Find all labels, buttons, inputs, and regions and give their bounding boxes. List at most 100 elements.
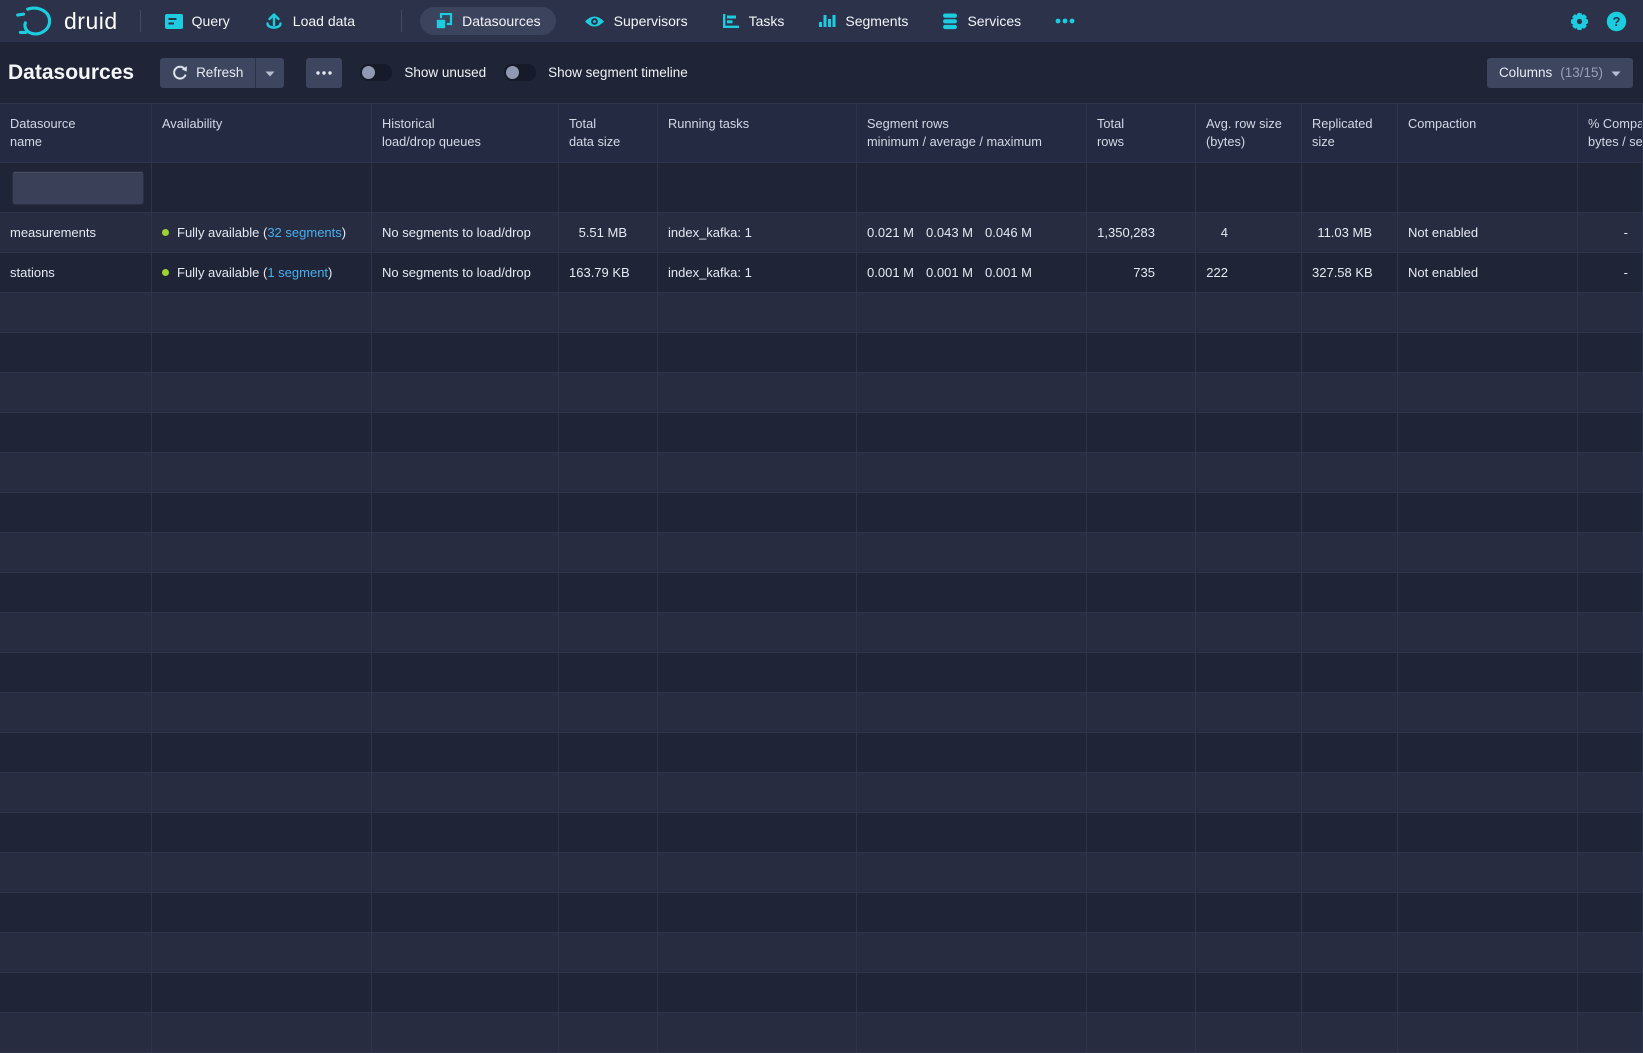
empty-row (0, 773, 1643, 813)
nav-item-datasources[interactable]: Datasources (420, 7, 556, 35)
filter-cell (372, 163, 559, 212)
nav-item-label: Tasks (749, 13, 785, 29)
avg-row-size-cell: 4 (1196, 213, 1302, 252)
datasource-name-cell: measurements (0, 213, 152, 252)
empty-row (0, 373, 1643, 413)
table-filter-row (0, 163, 1643, 213)
show-unused-toggle[interactable] (360, 64, 392, 81)
nav-item-load-data[interactable]: Load data (258, 7, 361, 35)
column-header-running-tasks[interactable]: Running tasks (658, 104, 857, 162)
page-title: Datasources (8, 61, 134, 85)
nav-item-label: Query (192, 13, 230, 29)
refresh-interval-dropdown[interactable] (255, 58, 284, 88)
column-header-datasource-name[interactable]: Datasourcename (0, 104, 152, 162)
empty-row (0, 413, 1643, 453)
compaction-cell: Not enabled (1398, 213, 1578, 252)
nav-item-tasks[interactable]: Tasks (716, 7, 791, 35)
druid-logo[interactable]: druid (14, 3, 122, 39)
datasource-name-filter-input[interactable] (12, 171, 144, 205)
refresh-icon (172, 65, 188, 81)
gear-icon[interactable] (1569, 11, 1590, 32)
availability-dot (162, 269, 169, 276)
more-actions-button[interactable] (306, 58, 342, 88)
query-icon (165, 14, 183, 29)
column-header-historical-queues[interactable]: Historicalload/drop queues (372, 104, 559, 162)
segments-link[interactable]: 32 segments (267, 225, 341, 240)
supervisors-icon (584, 14, 605, 29)
filter-cell (1302, 163, 1398, 212)
segments-icon (818, 13, 836, 29)
nav-item-supervisors[interactable]: Supervisors (578, 7, 694, 35)
empty-row (0, 653, 1643, 693)
column-header-total-data-size[interactable]: Totaldata size (559, 104, 658, 162)
segment-rows-cell: 0.021 M0.043 M0.046 M (857, 213, 1087, 252)
column-header-segment-rows[interactable]: Segment rowsminimum / average / maximum (857, 104, 1087, 162)
columns-dropdown-button[interactable]: Columns (13/15) (1487, 58, 1633, 88)
availability-cell: Fully available (32 segments) (152, 213, 372, 252)
toggle-knob (506, 66, 519, 79)
table-header-row: Datasourcename Availability Historicallo… (0, 104, 1643, 163)
empty-row (0, 533, 1643, 573)
availability-cell: Fully available (1 segment) (152, 253, 372, 292)
total-rows-cell: 735 (1087, 253, 1196, 292)
column-header-replicated-size[interactable]: Replicatedsize (1302, 104, 1398, 162)
load-drop-queues-cell: No segments to load/drop (372, 213, 559, 252)
filter-cell (0, 163, 152, 212)
refresh-button[interactable]: Refresh (160, 58, 255, 88)
nav-item-label: Load data (293, 13, 355, 29)
columns-label: Columns (1499, 65, 1552, 80)
segments-link[interactable]: 1 segment (267, 265, 328, 280)
show-unused-switch-wrap: Show unused (360, 64, 486, 81)
show-segment-timeline-label: Show segment timeline (548, 65, 688, 80)
druid-logo-icon (14, 3, 56, 39)
column-header-compaction[interactable]: Compaction (1398, 104, 1578, 162)
nav-more-button[interactable] (1049, 7, 1081, 35)
nav-divider (140, 10, 141, 32)
show-segment-timeline-switch-wrap: Show segment timeline (504, 64, 688, 81)
column-header-pct-compacted[interactable]: % Compabytes / se (1578, 104, 1643, 162)
filter-cell (152, 163, 372, 212)
nav-divider (401, 10, 402, 32)
empty-row (0, 693, 1643, 733)
empty-row (0, 573, 1643, 613)
filter-cell (1196, 163, 1302, 212)
nav-item-label: Datasources (462, 13, 541, 29)
ellipsis-icon (316, 71, 332, 75)
empty-row (0, 893, 1643, 933)
total-rows-cell: 1,350,283 (1087, 213, 1196, 252)
empty-row (0, 613, 1643, 653)
empty-row (0, 1013, 1643, 1053)
show-segment-timeline-toggle[interactable] (504, 64, 536, 81)
replicated-size-cell: 11.03 MB (1302, 213, 1398, 252)
filter-cell (658, 163, 857, 212)
chevron-down-icon (265, 65, 275, 80)
column-header-total-rows[interactable]: Totalrows (1087, 104, 1196, 162)
empty-row (0, 813, 1643, 853)
filter-cell (857, 163, 1087, 212)
column-header-avg-row-size[interactable]: Avg. row size(bytes) (1196, 104, 1302, 162)
empty-row (0, 733, 1643, 773)
empty-row (0, 333, 1643, 373)
column-header-availability[interactable]: Availability (152, 104, 372, 162)
show-unused-label: Show unused (404, 65, 486, 80)
nav-item-query[interactable]: Query (159, 7, 236, 35)
toggle-knob (362, 66, 375, 79)
more-icon (1055, 18, 1075, 24)
help-icon[interactable]: ? (1606, 11, 1627, 32)
filter-cell (1087, 163, 1196, 212)
filter-cell (1398, 163, 1578, 212)
nav-item-services[interactable]: Services (936, 7, 1027, 35)
brand-name: druid (64, 8, 118, 35)
nav-item-label: Supervisors (614, 13, 688, 29)
datasources-icon (435, 13, 453, 30)
columns-count: (13/15) (1560, 65, 1603, 80)
load-data-icon (264, 12, 284, 30)
total-data-size-cell: 163.79 KB (559, 253, 658, 292)
avg-row-size-cell: 222 (1196, 253, 1302, 292)
datasource-name-cell: stations (0, 253, 152, 292)
table-body: measurementsFully available (32 segments… (0, 213, 1643, 1053)
empty-row (0, 853, 1643, 893)
nav-item-segments[interactable]: Segments (812, 7, 914, 35)
empty-row (0, 453, 1643, 493)
segment-rows-cell: 0.001 M0.001 M0.001 M (857, 253, 1087, 292)
